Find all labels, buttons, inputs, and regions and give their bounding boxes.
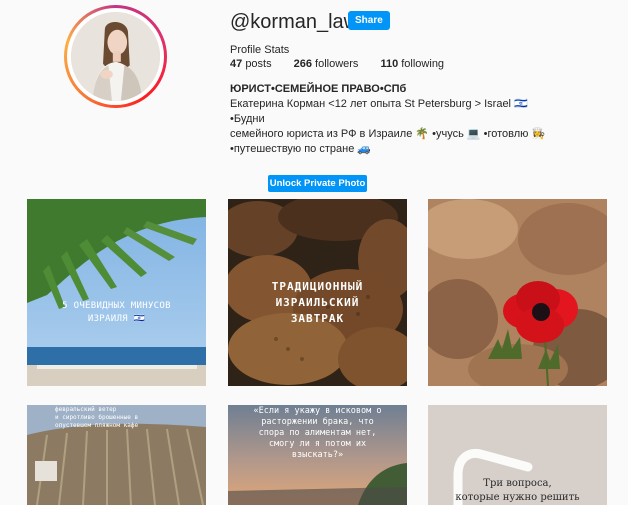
followers-stat[interactable]: 266 followers — [294, 58, 359, 70]
following-label: following — [401, 58, 445, 70]
caption-line: которые нужно решить — [455, 492, 580, 503]
post-tile-3[interactable] — [428, 199, 607, 386]
caption-line: февральский ветер — [55, 406, 117, 413]
profile-photo — [71, 12, 160, 101]
caption-line: взыскать?» — [291, 450, 344, 460]
post-image — [27, 199, 206, 386]
bio-line: семейного юриста из РФ в Израиле 🌴 •учус… — [230, 128, 546, 140]
following-count: 110 — [380, 58, 399, 70]
bio-line: •путешествую по стране 🚙 — [230, 143, 372, 155]
post-tile-2[interactable]: ТРАДИЦИОННЫЙ ИЗРАИЛЬСКИЙ ЗАВТРАК — [228, 199, 407, 386]
caption-line: ИЗРАИЛЬСКИЙ — [275, 296, 360, 309]
profile-username: @korman_law — [230, 11, 359, 33]
caption-line: смогу ли я потом их — [268, 439, 367, 449]
profile-stats-title: Profile Stats — [230, 44, 290, 56]
post-tile-5[interactable]: «Если я укажу в исковом о расторжении бр… — [228, 405, 407, 505]
caption-line: ИЗРАИЛЯ 🇮🇱 — [87, 314, 146, 324]
post-tile-6[interactable]: Три вопроса, которые нужно решить — [428, 405, 607, 505]
caption-line: опустевшем пляжном кафе — [55, 422, 139, 429]
followers-label: followers — [315, 58, 359, 70]
post-tile-1[interactable]: 5 ОЧЕВИДНЫХ МИНУСОВ ИЗРАИЛЯ 🇮🇱 — [27, 199, 206, 386]
post-caption: «Если я укажу в исковом о расторжении бр… — [228, 406, 407, 461]
post-caption: ТРАДИЦИОННЫЙ ИЗРАИЛЬСКИЙ ЗАВТРАК — [228, 279, 407, 327]
caption-line: и сиротливо брошенные в — [55, 414, 139, 421]
caption-line: спора по алиментам нет, — [258, 428, 377, 438]
following-stat[interactable]: 110 following — [380, 58, 444, 70]
caption-line: «Если я укажу в исковом о — [253, 406, 382, 416]
posts-count: 47 — [230, 58, 243, 70]
post-image — [428, 199, 607, 386]
post-caption: Три вопроса, которые нужно решить — [428, 477, 607, 505]
caption-line: 5 ОЧЕВИДНЫХ МИНУСОВ — [62, 301, 171, 311]
bio-line: Екатерина Корман <12 лет опыта St Peters… — [230, 98, 528, 125]
posts-stat[interactable]: 47 posts — [230, 58, 272, 70]
posts-label: posts — [245, 58, 272, 70]
caption-line: расторжении брака, что — [261, 417, 374, 427]
share-button[interactable]: Share — [348, 11, 390, 30]
caption-line: Три вопроса, — [483, 478, 552, 489]
profile-avatar-ring[interactable] — [64, 5, 167, 108]
post-caption: февральский ветер и сиротливо брошенные … — [27, 406, 206, 430]
profile-full-name: ЮРИСТ•СЕМЕЙНОЕ ПРАВО•СПб — [230, 83, 407, 95]
post-caption: 5 ОЧЕВИДНЫХ МИНУСОВ ИЗРАИЛЯ 🇮🇱 — [27, 300, 206, 326]
profile-stats: 47 posts 266 followers 110 following — [230, 58, 466, 70]
post-tile-4[interactable]: февральский ветер и сиротливо брошенные … — [27, 405, 206, 505]
profile-avatar — [67, 8, 164, 105]
caption-line: ЗАВТРАК — [290, 312, 345, 325]
unlock-private-photo-button[interactable]: Unlock Private Photo — [268, 175, 367, 192]
caption-line: ТРАДИЦИОННЫЙ — [271, 280, 364, 293]
profile-bio: Екатерина Корман <12 лет опыта St Peters… — [230, 97, 560, 157]
followers-count: 266 — [293, 58, 312, 70]
